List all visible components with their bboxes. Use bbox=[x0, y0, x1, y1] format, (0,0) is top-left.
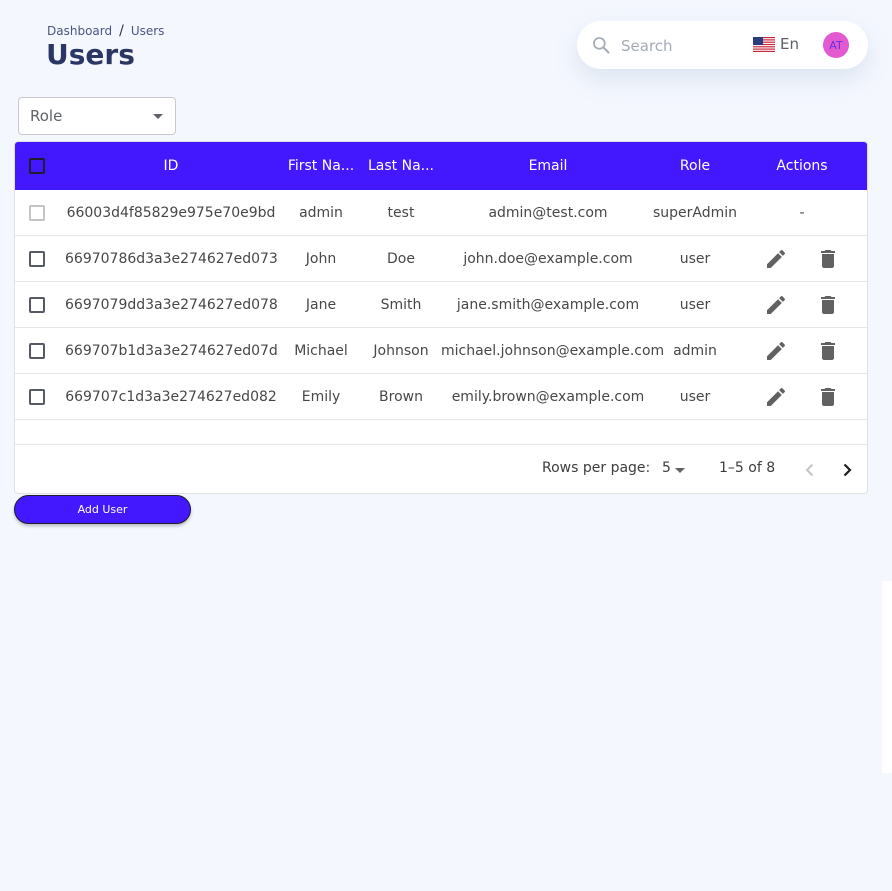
table-row: 669707b1d3a3e274627ed07d Michael Johnson… bbox=[15, 328, 867, 374]
pagination-range: 1–5 of 8 bbox=[719, 460, 776, 476]
us-flag-icon bbox=[753, 36, 775, 52]
cell-id: 66970786d3a3e274627ed073 bbox=[65, 251, 278, 267]
cell-first-name: John bbox=[305, 251, 337, 267]
edge-panel bbox=[882, 581, 892, 773]
empty-row-spacer bbox=[15, 420, 867, 445]
cell-actions: - bbox=[799, 205, 805, 221]
cell-email: admin@test.com bbox=[488, 205, 608, 221]
table-pagination: Rows per page: 5 1–5 of 8 bbox=[15, 446, 867, 493]
breadcrumb-dashboard-link[interactable]: Dashboard bbox=[47, 24, 112, 38]
cell-email: john.doe@example.com bbox=[463, 251, 633, 267]
row-checkbox[interactable] bbox=[29, 389, 45, 405]
delete-trash-icon[interactable] bbox=[816, 339, 840, 363]
chevron-down-icon bbox=[153, 114, 163, 119]
cell-role: user bbox=[679, 297, 711, 313]
row-checkbox[interactable] bbox=[29, 251, 45, 267]
select-all-checkbox[interactable] bbox=[29, 158, 45, 174]
cell-role: user bbox=[679, 251, 711, 267]
table-row: 66970786d3a3e274627ed073 John Doe john.d… bbox=[15, 236, 867, 282]
rows-per-page-value: 5 bbox=[662, 460, 671, 476]
cell-id: 66003d4f85829e975e70e9bd bbox=[66, 205, 276, 221]
column-header-email[interactable]: Email bbox=[441, 142, 655, 190]
cell-last-name: Doe bbox=[387, 251, 415, 267]
delete-trash-icon[interactable] bbox=[816, 293, 840, 317]
avatar[interactable]: AT bbox=[823, 32, 849, 58]
edit-pencil-icon[interactable] bbox=[764, 247, 788, 271]
cell-last-name: Smith bbox=[380, 297, 422, 313]
rows-per-page-label: Rows per page: bbox=[542, 460, 651, 476]
cell-first-name: admin bbox=[299, 205, 343, 221]
previous-page-chevron-left-icon bbox=[798, 458, 822, 482]
next-page-chevron-right-icon[interactable] bbox=[835, 458, 859, 482]
breadcrumb-separator: / bbox=[119, 23, 124, 39]
edit-pencil-icon[interactable] bbox=[764, 339, 788, 363]
table-row: 669707c1d3a3e274627ed082 Emily Brown emi… bbox=[15, 374, 867, 420]
cell-first-name: Emily bbox=[301, 389, 341, 405]
breadcrumb-current: Users bbox=[130, 24, 165, 38]
users-table: ID First Na... Last Na... Email Role Act… bbox=[14, 141, 868, 494]
cell-email: jane.smith@example.com bbox=[456, 297, 640, 313]
table-row: 66003d4f85829e975e70e9bd admin test admi… bbox=[15, 190, 867, 236]
top-bar: En AT bbox=[577, 21, 868, 69]
search-input[interactable] bbox=[619, 33, 718, 59]
cell-email: michael.johnson@example.com bbox=[441, 343, 665, 359]
column-header-first-name[interactable]: First Na... bbox=[286, 142, 356, 190]
edit-pencil-icon[interactable] bbox=[764, 293, 788, 317]
column-header-last-name[interactable]: Last Na... bbox=[366, 142, 436, 190]
cell-last-name: Johnson bbox=[373, 343, 429, 359]
table-header: ID First Na... Last Na... Email Role Act… bbox=[15, 142, 867, 190]
cell-last-name: Brown bbox=[379, 389, 423, 405]
cell-id: 6697079dd3a3e274627ed078 bbox=[65, 297, 278, 313]
cell-role: superAdmin bbox=[652, 205, 738, 221]
language-label: En bbox=[780, 35, 799, 53]
column-header-actions: Actions bbox=[776, 158, 828, 174]
row-checkbox[interactable] bbox=[29, 297, 45, 313]
delete-trash-icon[interactable] bbox=[816, 385, 840, 409]
add-user-button[interactable]: Add User bbox=[14, 495, 191, 524]
cell-first-name: Michael bbox=[294, 343, 348, 359]
cell-role: admin bbox=[673, 343, 717, 359]
search-icon bbox=[591, 35, 611, 55]
delete-trash-icon[interactable] bbox=[816, 247, 840, 271]
chevron-down-icon bbox=[675, 468, 685, 473]
cell-id: 669707c1d3a3e274627ed082 bbox=[65, 389, 277, 405]
row-checkbox[interactable] bbox=[29, 343, 45, 359]
rows-per-page-select[interactable]: 5 bbox=[660, 459, 692, 481]
page-title: Users bbox=[46, 38, 135, 71]
role-filter-label: Role bbox=[30, 107, 63, 125]
cell-email: emily.brown@example.com bbox=[451, 389, 645, 405]
row-checkbox bbox=[29, 205, 45, 221]
table-row: 6697079dd3a3e274627ed078 Jane Smith jane… bbox=[15, 282, 867, 328]
language-selector[interactable]: En bbox=[753, 35, 799, 53]
edit-pencil-icon[interactable] bbox=[764, 385, 788, 409]
role-filter-select[interactable]: Role bbox=[18, 97, 176, 135]
cell-first-name: Jane bbox=[305, 297, 337, 313]
cell-last-name: test bbox=[387, 205, 415, 221]
column-header-id[interactable]: ID bbox=[65, 142, 277, 190]
cell-id: 669707b1d3a3e274627ed07d bbox=[65, 343, 278, 359]
column-header-role[interactable]: Role bbox=[651, 142, 739, 190]
cell-role: user bbox=[679, 389, 711, 405]
breadcrumb: Dashboard / Users bbox=[47, 23, 164, 39]
